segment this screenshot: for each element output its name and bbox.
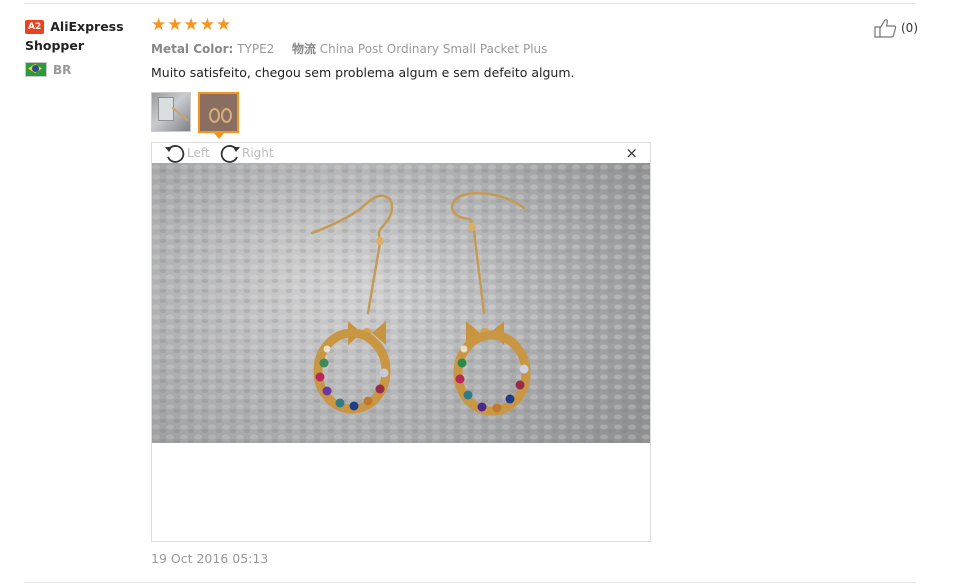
reviewer-name-row: A2 AliExpress Shopper	[25, 17, 143, 55]
rotate-left-icon	[165, 145, 185, 163]
shipping-label: 物流	[291, 42, 316, 56]
thumbs-up-icon	[874, 19, 897, 38]
brazil-flag-icon	[25, 62, 47, 77]
review-thumbnails	[151, 92, 239, 133]
review-comment: Muito satisfeito, chegou sem problema al…	[151, 65, 575, 80]
thumbnail-image-1[interactable]	[151, 92, 191, 132]
top-divider	[24, 3, 916, 4]
shipping-value: China Post Ordinary Small Packet Plus	[319, 42, 548, 56]
rotate-left-label: Left	[187, 146, 210, 160]
star-icon: ★	[183, 15, 199, 35]
active-thumbnail-pointer	[213, 132, 225, 139]
rating-stars: ★ ★ ★ ★ ★	[151, 15, 231, 35]
review-photo	[152, 163, 650, 443]
reviewer-country: BR	[25, 62, 143, 77]
order-attributes: Metal Color: TYPE2 物流 China Post Ordinar…	[151, 40, 547, 57]
helpful-count: (0)	[901, 21, 918, 35]
rotate-right-button[interactable]: Right	[219, 143, 274, 163]
image-viewer: Left Right ×	[151, 142, 651, 542]
buyer-level-badge: A2	[25, 20, 45, 34]
rotate-right-icon	[220, 145, 240, 163]
review-date: 19 Oct 2016 05:13	[151, 551, 269, 566]
close-icon[interactable]: ×	[625, 145, 638, 161]
star-icon: ★	[199, 15, 215, 35]
bottom-divider	[24, 582, 916, 583]
star-icon: ★	[216, 15, 232, 35]
viewer-toolbar: Left Right ×	[152, 143, 650, 163]
thumbnail-image-2[interactable]	[198, 92, 239, 133]
attribute-value: TYPE2	[237, 42, 275, 56]
helpful-button[interactable]: (0)	[874, 18, 918, 38]
star-icon: ★	[167, 15, 183, 35]
star-icon: ★	[151, 15, 167, 35]
earrings-photo-illustration	[152, 163, 650, 443]
rotate-right-label: Right	[242, 146, 274, 160]
attribute-label: Metal Color:	[151, 42, 234, 56]
rotate-left-button[interactable]: Left	[164, 143, 210, 163]
reviewer-info: A2 AliExpress Shopper BR	[25, 17, 143, 77]
country-code: BR	[53, 62, 72, 77]
